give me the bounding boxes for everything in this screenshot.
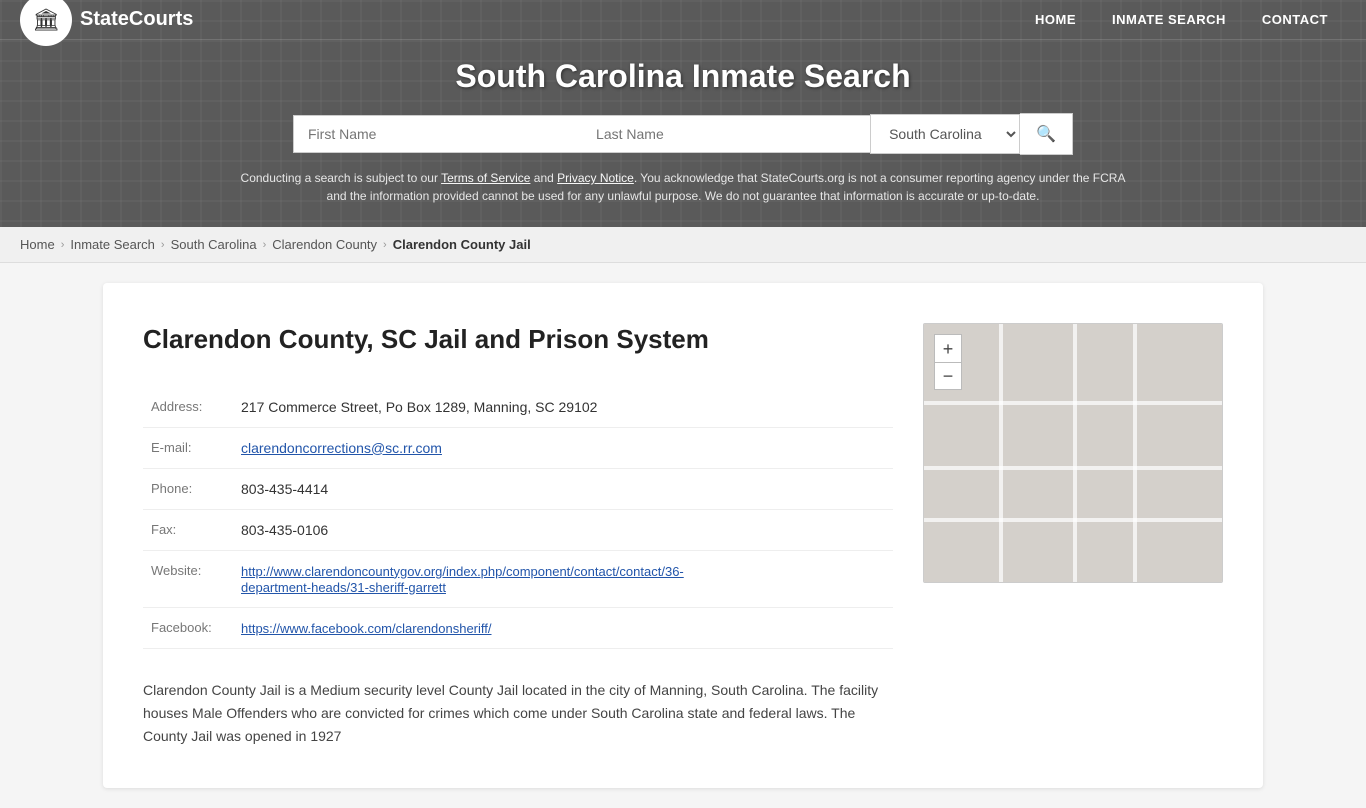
top-nav: 🏛 StateCourts HOME INMATE SEARCH CONTACT: [0, 0, 1366, 40]
map-background: [924, 324, 1222, 582]
first-name-input[interactable]: [293, 115, 582, 153]
breadcrumb-current: Clarendon County Jail: [393, 237, 531, 252]
breadcrumb-sep-4: ›: [383, 239, 387, 251]
breadcrumb-sep-2: ›: [161, 239, 165, 251]
fax-value: 803-435-0106: [233, 509, 893, 550]
logo-area[interactable]: 🏛 StateCourts: [20, 0, 193, 46]
breadcrumb-county[interactable]: Clarendon County: [272, 237, 377, 252]
email-value: clarendoncorrections@sc.rr.com: [233, 427, 893, 468]
map-road: [1073, 324, 1077, 582]
facility-title: Clarendon County, SC Jail and Prison Sys…: [143, 323, 893, 357]
address-value: 217 Commerce Street, Po Box 1289, Mannin…: [233, 387, 893, 428]
breadcrumb-sep-3: ›: [263, 239, 267, 251]
fax-row: Fax: 803-435-0106: [143, 509, 893, 550]
map-road: [1133, 324, 1137, 582]
content-right: + −: [923, 323, 1223, 748]
info-table: Address: 217 Commerce Street, Po Box 128…: [143, 387, 893, 649]
breadcrumb-sep-1: ›: [61, 239, 65, 251]
search-bar: Select State AlabamaAlaskaArizonaArkansa…: [293, 113, 1073, 155]
page-title: South Carolina Inmate Search: [20, 58, 1346, 95]
main-container: Clarendon County, SC Jail and Prison Sys…: [83, 283, 1283, 788]
nav-home[interactable]: HOME: [1017, 2, 1094, 37]
search-button[interactable]: 🔍: [1020, 113, 1073, 155]
privacy-link[interactable]: Privacy Notice: [557, 171, 634, 185]
state-select[interactable]: Select State AlabamaAlaskaArizonaArkansa…: [870, 114, 1020, 154]
phone-row: Phone: 803-435-4414: [143, 468, 893, 509]
breadcrumb-state[interactable]: South Carolina: [171, 237, 257, 252]
header-content: South Carolina Inmate Search Select Stat…: [0, 40, 1366, 227]
facility-description: Clarendon County Jail is a Medium securi…: [143, 679, 893, 748]
terms-link[interactable]: Terms of Service: [441, 171, 530, 185]
website-value: http://www.clarendoncountygov.org/index.…: [233, 550, 893, 607]
phone-value: 803-435-4414: [233, 468, 893, 509]
header: 🏛 StateCourts HOME INMATE SEARCH CONTACT…: [0, 0, 1366, 227]
nav-inmate-search[interactable]: INMATE SEARCH: [1094, 2, 1244, 37]
map-zoom-out[interactable]: −: [934, 362, 962, 390]
map-controls: + −: [934, 334, 962, 390]
email-link[interactable]: clarendoncorrections@sc.rr.com: [241, 440, 442, 456]
email-label: E-mail:: [143, 427, 233, 468]
address-row: Address: 217 Commerce Street, Po Box 128…: [143, 387, 893, 428]
breadcrumb-inmate-search[interactable]: Inmate Search: [70, 237, 155, 252]
facebook-label: Facebook:: [143, 607, 233, 648]
website-row: Website: http://www.clarendoncountygov.o…: [143, 550, 893, 607]
content-left: Clarendon County, SC Jail and Prison Sys…: [143, 323, 893, 748]
facebook-link[interactable]: https://www.facebook.com/clarendonsherif…: [241, 621, 492, 636]
nav-contact[interactable]: CONTACT: [1244, 2, 1346, 37]
address-label: Address:: [143, 387, 233, 428]
facebook-value: https://www.facebook.com/clarendonsherif…: [233, 607, 893, 648]
disclaimer-text: Conducting a search is subject to our Te…: [233, 169, 1133, 205]
logo-icon: 🏛: [20, 0, 72, 46]
map-container: + −: [923, 323, 1223, 583]
last-name-input[interactable]: [582, 115, 870, 153]
website-label: Website:: [143, 550, 233, 607]
phone-label: Phone:: [143, 468, 233, 509]
map-road: [999, 324, 1003, 582]
breadcrumb-home[interactable]: Home: [20, 237, 55, 252]
map-zoom-in[interactable]: +: [934, 334, 962, 362]
fax-label: Fax:: [143, 509, 233, 550]
website-link[interactable]: http://www.clarendoncountygov.org/index.…: [241, 564, 684, 595]
facebook-row: Facebook: https://www.facebook.com/clare…: [143, 607, 893, 648]
breadcrumb: Home › Inmate Search › South Carolina › …: [0, 227, 1366, 263]
email-row: E-mail: clarendoncorrections@sc.rr.com: [143, 427, 893, 468]
content-card: Clarendon County, SC Jail and Prison Sys…: [103, 283, 1263, 788]
logo-text[interactable]: StateCourts: [80, 8, 193, 31]
